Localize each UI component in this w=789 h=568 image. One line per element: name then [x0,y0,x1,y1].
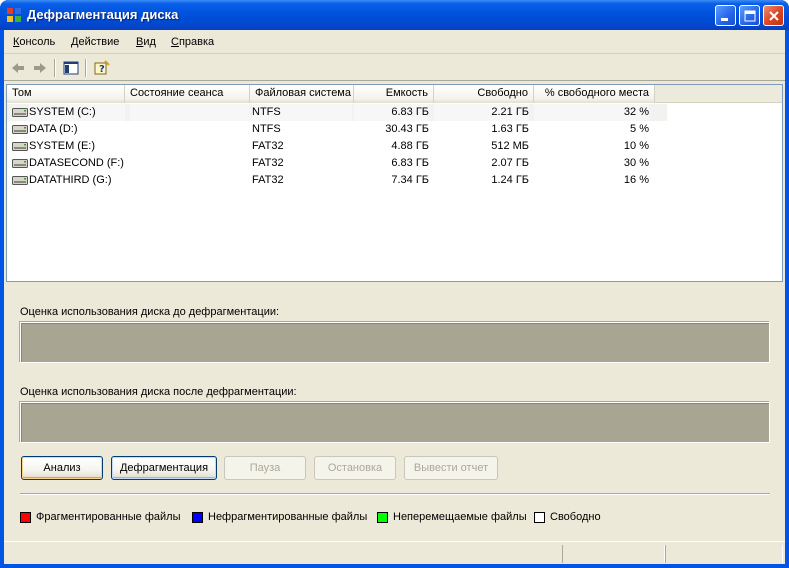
volume-name: SYSTEM (E:) [29,140,96,152]
legend-label-unmovable: Неперемещаемые файлы [393,511,527,523]
menu-help-label: правка [178,36,215,48]
table-row[interactable]: SYSTEM (C:) NTFS 6.83 ГБ 2.21 ГБ 32 % [7,104,667,121]
volume-name: DATA (D:) [29,123,78,135]
menu-action-label: ействие [78,36,120,48]
toolbar-separator [85,59,86,77]
volume-free-percent: 16 % [623,174,649,186]
status-pane [665,545,783,563]
defrag-window: Дефрагментация диска Консоль Действие Ви… [0,0,789,568]
client-area: Консоль Действие Вид Справка ? Том Состо… [4,30,785,564]
close-button[interactable] [763,5,784,26]
volume-status [130,155,250,172]
volume-capacity: 30.43 ГБ [385,123,429,135]
volume-file-system: FAT32 [252,174,284,186]
defrag-app-icon [7,8,21,22]
table-row[interactable]: DATATHIRD (G:) FAT32 7.34 ГБ 1.24 ГБ 16 % [7,172,667,189]
table-row[interactable]: DATASECOND (F:) FAT32 6.83 ГБ 2.07 ГБ 30 % [7,155,667,172]
menu-action[interactable]: Действие [71,36,119,48]
analyze-button[interactable]: Анализ [21,456,103,480]
column-free[interactable]: Свободно [434,85,534,103]
menu-console[interactable]: Консоль [13,36,55,48]
back-arrow-icon[interactable] [9,59,27,77]
status-bar [4,541,785,564]
column-volume[interactable]: Том [7,85,125,103]
menu-bar: Консоль Действие Вид Справка [4,30,785,54]
forward-arrow-icon[interactable] [31,59,49,77]
window-title: Дефрагментация диска [27,7,179,22]
minimize-button[interactable] [715,5,736,26]
legend-label-contiguous: Нефрагментированные файлы [208,511,368,523]
help-icon[interactable]: ? [93,59,111,77]
volume-free: 1.63 ГБ [491,123,529,135]
legend-swatch-unmovable [377,512,388,523]
volume-status [130,172,250,189]
table-row[interactable]: SYSTEM (E:) FAT32 4.88 ГБ 512 МБ 10 % [7,138,667,155]
hard-drive-icon [12,125,28,134]
svg-text:?: ? [99,64,105,75]
volume-free-percent: 30 % [623,157,649,169]
volume-name: DATATHIRD (G:) [29,174,112,186]
volume-list[interactable]: Том Состояние сеанса Файловая система Ем… [6,84,783,282]
volume-capacity: 7.34 ГБ [391,174,429,186]
legend-swatch-free [534,512,545,523]
table-row[interactable]: DATA (D:) NTFS 30.43 ГБ 1.63 ГБ 5 % [7,121,667,138]
volume-file-system: FAT32 [252,140,284,152]
close-icon [769,11,779,21]
volume-free-percent: 32 % [534,104,649,121]
minimize-icon [721,18,728,21]
maximize-icon [744,10,756,22]
status-pane [562,545,665,563]
volume-file-system: NTFS [252,104,352,121]
toolbar-separator [54,59,55,77]
legend-swatch-contiguous [192,512,203,523]
volume-status [130,121,250,138]
hard-drive-icon [12,176,28,185]
menu-view[interactable]: Вид [136,36,156,48]
hard-drive-icon [12,108,28,117]
volume-free: 2.21 ГБ [434,104,529,121]
maximize-button[interactable] [739,5,760,26]
volume-file-system: NTFS [252,123,281,135]
stop-button[interactable]: Остановка [314,456,396,480]
show-hide-tree-icon[interactable] [62,59,80,77]
title-bar[interactable]: Дефрагментация диска [0,0,789,30]
volume-free: 2.07 ГБ [491,157,529,169]
volume-free: 512 МБ [491,140,529,152]
after-label: Оценка использования диска после дефрагм… [20,386,297,398]
legend-swatch-fragmented [20,512,31,523]
hard-drive-icon [12,142,28,151]
volume-status [130,104,250,121]
volume-capacity: 6.83 ГБ [354,104,429,121]
volume-free: 1.24 ГБ [491,174,529,186]
volume-name: SYSTEM (C:) [29,104,125,121]
list-header: Том Состояние сеанса Файловая система Ем… [7,85,782,103]
column-free-percent[interactable]: % свободного места [534,85,655,103]
menu-help[interactable]: Справка [171,36,214,48]
hard-drive-icon [12,159,28,168]
volume-name: DATASECOND (F:) [29,157,124,169]
after-display [20,402,770,443]
volume-capacity: 6.83 ГБ [391,157,429,169]
view-report-button[interactable]: Вывести отчет [404,456,498,480]
volume-status [130,138,250,155]
column-capacity[interactable]: Емкость [354,85,434,103]
analysis-panel: Оценка использования диска до дефрагмент… [6,285,783,537]
volume-capacity: 4.88 ГБ [391,140,429,152]
defragment-button[interactable]: Дефрагментация [111,456,217,480]
menu-console-label: онсоль [19,36,56,48]
legend-label-fragmented: Фрагментированные файлы [36,511,181,523]
pause-button[interactable]: Пауза [224,456,306,480]
before-display [20,322,770,363]
menu-view-label: ид [143,36,156,48]
divider [20,493,770,494]
column-session-status[interactable]: Состояние сеанса [125,85,250,103]
before-label: Оценка использования диска до дефрагмент… [20,306,280,318]
menu-help-accel: С [171,36,179,48]
column-file-system[interactable]: Файловая система [250,85,354,103]
volume-free-percent: 5 % [630,123,649,135]
volume-free-percent: 10 % [623,140,649,152]
toolbar: ? [4,55,785,81]
legend-label-free: Свободно [550,511,601,523]
volume-file-system: FAT32 [252,157,284,169]
